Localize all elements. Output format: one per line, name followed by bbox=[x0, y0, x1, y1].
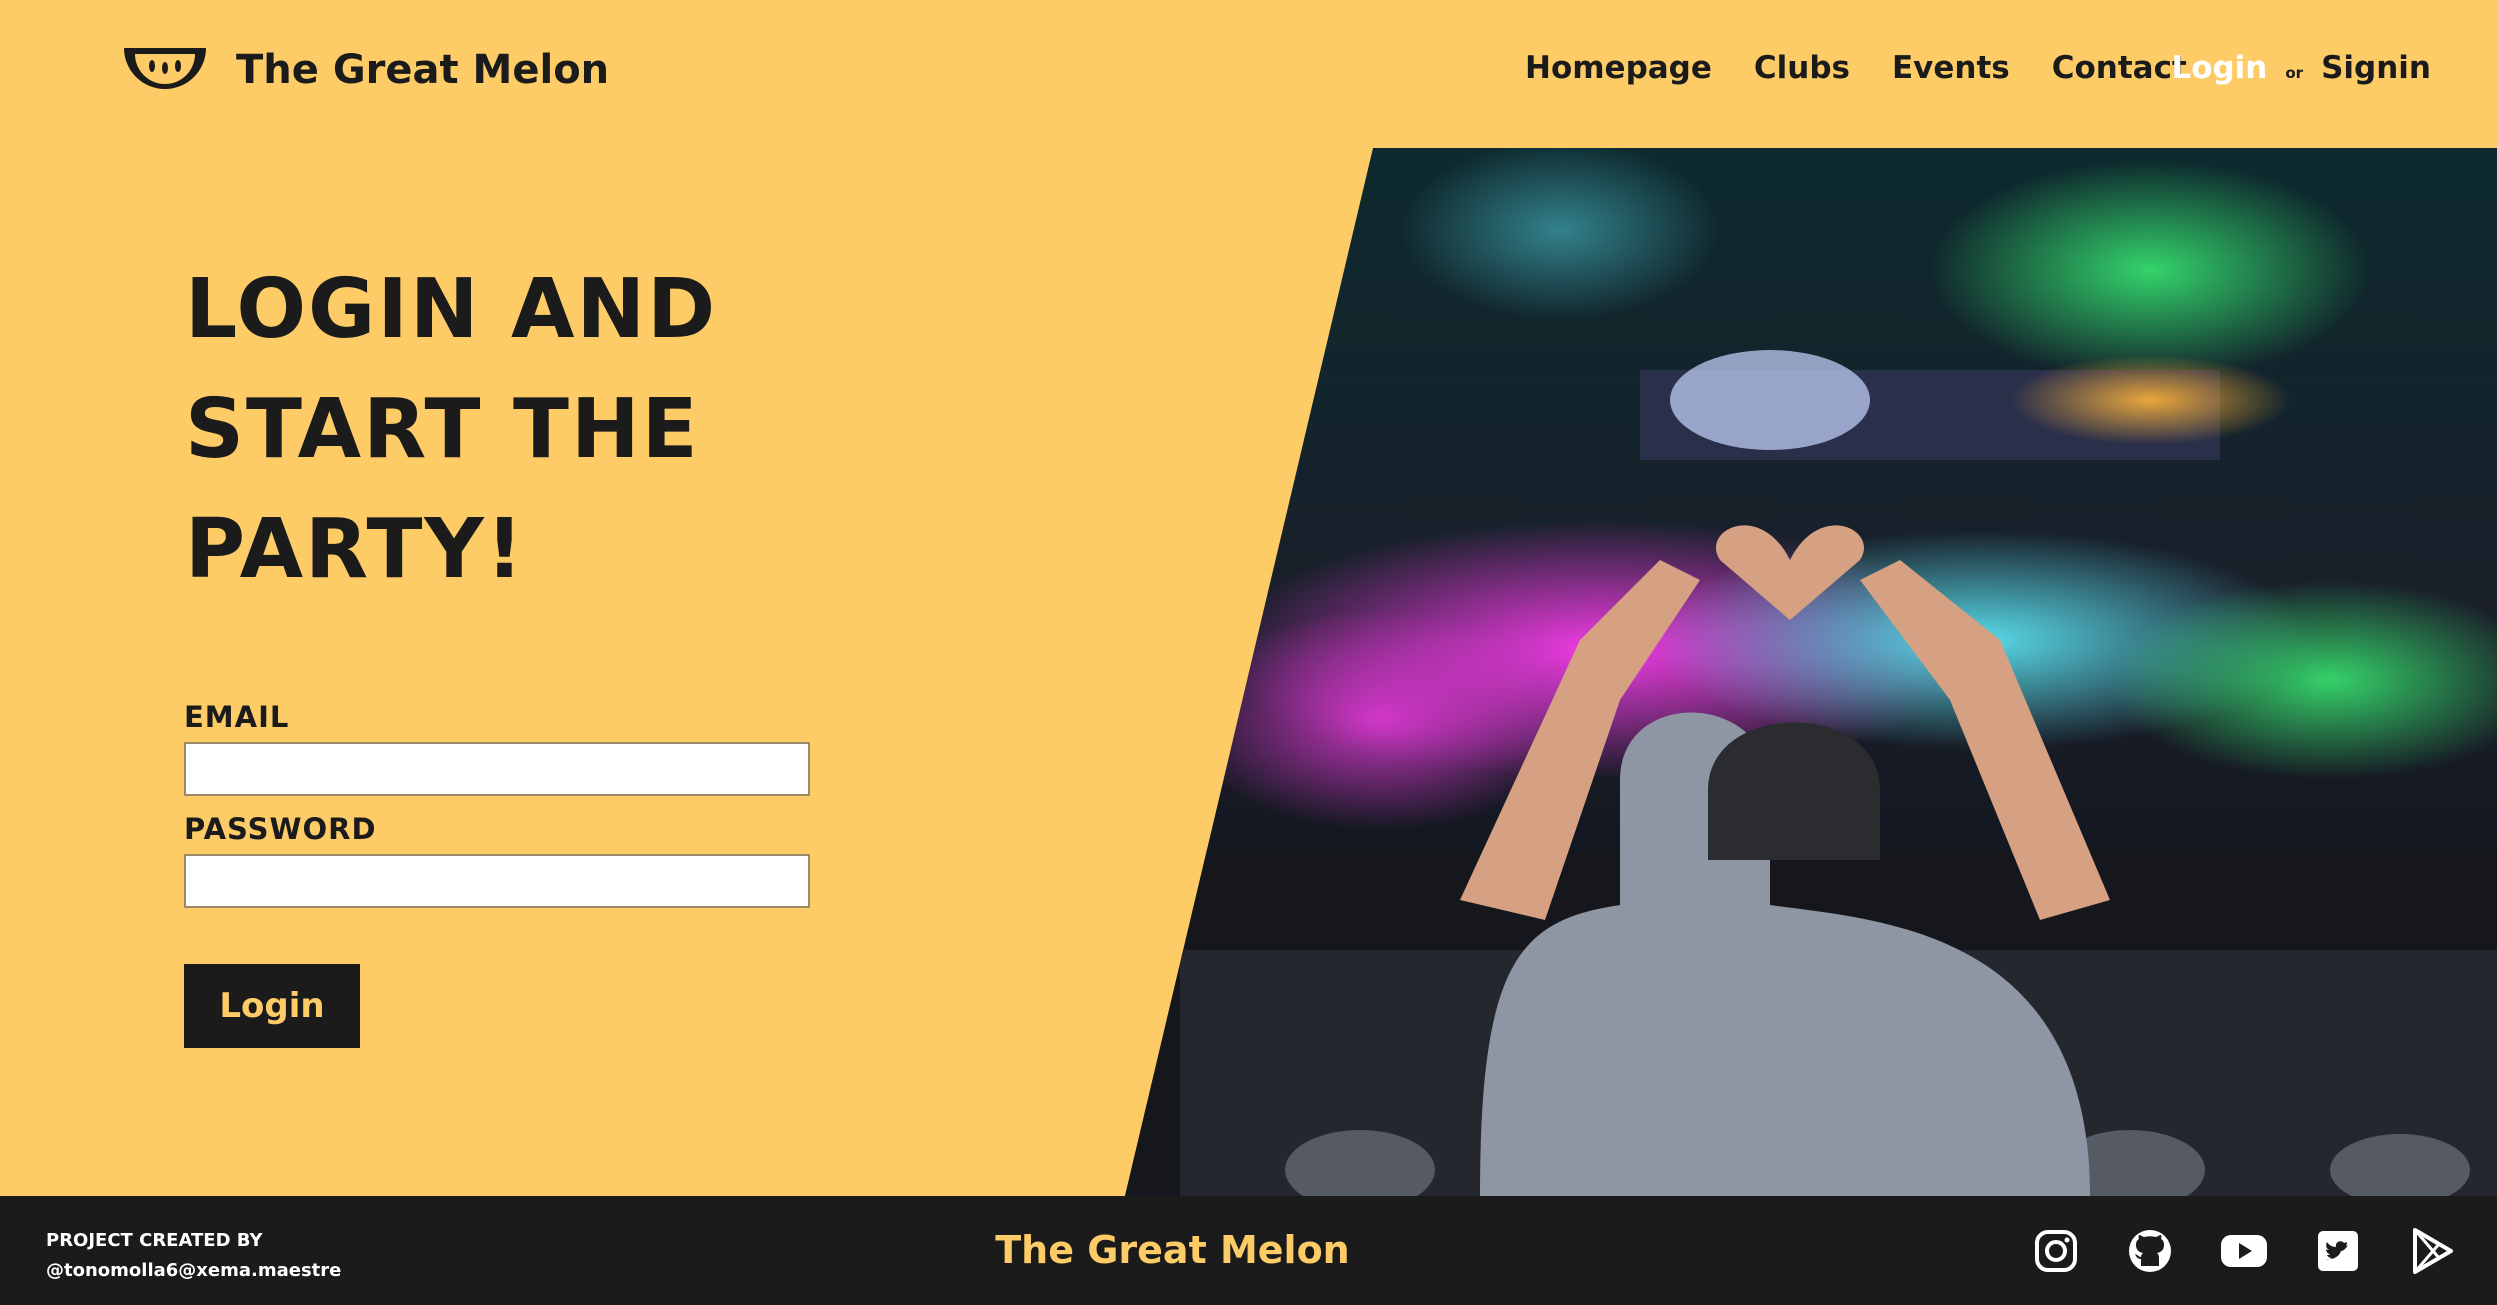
email-label: EMAIL bbox=[184, 700, 290, 734]
page-title: LOGIN AND START THE PARTY! bbox=[185, 262, 718, 597]
twitter-icon[interactable] bbox=[2313, 1226, 2363, 1276]
social-links bbox=[1987, 1226, 2457, 1276]
instagram-icon[interactable] bbox=[2031, 1226, 2081, 1276]
email-field[interactable] bbox=[184, 742, 810, 796]
password-field[interactable] bbox=[184, 854, 810, 908]
password-label: PASSWORD bbox=[184, 812, 377, 846]
github-icon[interactable] bbox=[2125, 1226, 2175, 1276]
login-button[interactable]: Login bbox=[184, 964, 360, 1048]
footer: PROJECT CREATED BY @tonomolla6@xema.maes… bbox=[0, 1196, 2497, 1305]
youtube-icon[interactable] bbox=[2219, 1226, 2269, 1276]
google-play-icon[interactable] bbox=[2407, 1226, 2457, 1276]
login-form: EMAIL PASSWORD Login bbox=[184, 700, 810, 1048]
